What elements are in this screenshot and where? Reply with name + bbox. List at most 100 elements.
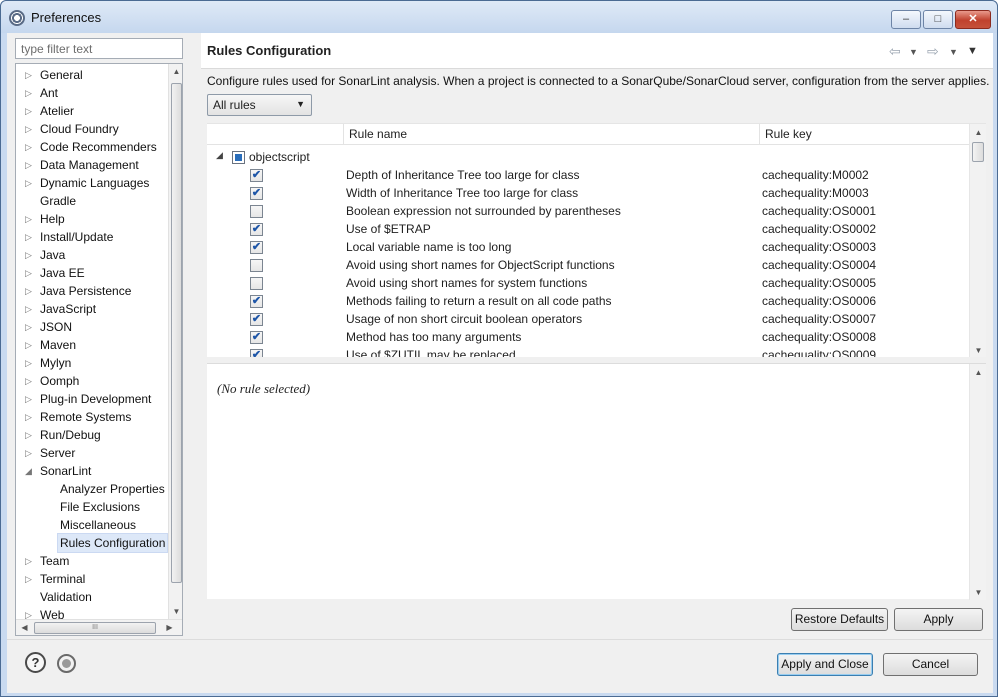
table-row[interactable]: ✔ Width of Inheritance Tree too large for…: [207, 184, 969, 202]
back-menu-icon[interactable]: ▼: [909, 47, 918, 57]
apply-and-close-button[interactable]: Apply and Close: [777, 653, 873, 676]
forward-arrow-icon[interactable]: ⇨: [927, 43, 939, 60]
collapsed-arrow-icon[interactable]: ▷: [25, 210, 35, 228]
sidebar-item[interactable]: ▷ Server: [16, 444, 176, 462]
sidebar-item[interactable]: ▷ Run/Debug: [16, 426, 176, 444]
collapsed-arrow-icon[interactable]: ▷: [25, 570, 35, 588]
sidebar-item[interactable]: ▷ Oomph: [16, 372, 176, 390]
collapsed-arrow-icon[interactable]: ▷: [25, 552, 35, 570]
table-row[interactable]: Avoid using short names for system funct…: [207, 274, 969, 292]
tree-vertical-scrollbar[interactable]: ▲ ▼: [168, 64, 182, 619]
scroll-down-arrow-icon[interactable]: ▼: [169, 607, 182, 616]
sidebar-item[interactable]: ▷ Java: [16, 246, 176, 264]
tree-hscroll-thumb[interactable]: III: [34, 622, 156, 634]
collapsed-arrow-icon[interactable]: ▷: [25, 138, 35, 156]
collapsed-arrow-icon[interactable]: ▷: [25, 264, 35, 282]
scroll-down-arrow-icon[interactable]: ▼: [971, 588, 986, 597]
rule-checkbox[interactable]: ✔: [250, 187, 263, 200]
collapsed-arrow-icon[interactable]: ▷: [25, 408, 35, 426]
table-row[interactable]: ✔ Method has too many arguments cachequali…: [207, 328, 969, 346]
rule-checkbox[interactable]: ✔: [250, 349, 263, 357]
sidebar-item[interactable]: ▷ Data Management: [16, 156, 176, 174]
scroll-up-arrow-icon[interactable]: ▲: [971, 128, 986, 137]
scroll-up-arrow-icon[interactable]: ▲: [169, 67, 182, 76]
rule-checkbox[interactable]: ✔: [250, 331, 263, 344]
sidebar-item[interactable]: ▷ Install/Update: [16, 228, 176, 246]
help-icon[interactable]: ?: [25, 652, 46, 673]
sidebar-item[interactable]: ▷ Maven: [16, 336, 176, 354]
collapsed-arrow-icon[interactable]: ▷: [25, 336, 35, 354]
sidebar-item[interactable]: File Exclusions: [16, 498, 176, 516]
collapsed-arrow-icon[interactable]: ▷: [25, 120, 35, 138]
sidebar-item[interactable]: ▷ Java EE: [16, 264, 176, 282]
scroll-up-arrow-icon[interactable]: ▲: [971, 368, 986, 377]
sidebar-item[interactable]: ▷ Dynamic Languages: [16, 174, 176, 192]
view-menu-icon[interactable]: ▼: [967, 45, 978, 57]
table-row[interactable]: ✔ Depth of Inheritance Tree too large for…: [207, 166, 969, 184]
sidebar-item[interactable]: ▷ Terminal: [16, 570, 176, 588]
column-header-rule-key[interactable]: Rule key: [765, 127, 812, 141]
table-row[interactable]: ✔ Use of $ETRAP cachequality:OS0002: [207, 220, 969, 238]
sidebar-item[interactable]: Analyzer Properties: [16, 480, 176, 498]
sidebar-item[interactable]: ▷ JSON: [16, 318, 176, 336]
rule-checkbox[interactable]: [250, 205, 263, 218]
forward-menu-icon[interactable]: ▼: [949, 47, 958, 57]
sidebar-item[interactable]: ◢ SonarLint: [16, 462, 176, 480]
back-arrow-icon[interactable]: ⇦: [889, 43, 901, 60]
apply-button[interactable]: Apply: [894, 608, 983, 631]
tree-scroll-thumb[interactable]: [171, 83, 182, 583]
sidebar-item[interactable]: ▷ Plug-in Development: [16, 390, 176, 408]
sidebar-item[interactable]: ▷ Mylyn: [16, 354, 176, 372]
collapsed-arrow-icon[interactable]: ▷: [25, 84, 35, 102]
collapsed-arrow-icon[interactable]: ▷: [25, 444, 35, 462]
collapsed-arrow-icon[interactable]: ▷: [25, 390, 35, 408]
sidebar-item[interactable]: ▷ Java Persistence: [16, 282, 176, 300]
rule-checkbox[interactable]: ✔: [250, 313, 263, 326]
tree-horizontal-scrollbar[interactable]: ◀ III ▶: [16, 619, 182, 635]
sidebar-item[interactable]: Gradle: [16, 192, 176, 210]
sidebar-item[interactable]: ▷ Code Recommenders: [16, 138, 176, 156]
collapsed-arrow-icon[interactable]: ▷: [25, 174, 35, 192]
table-row[interactable]: ✔ Use of $ZUTIL may be replaced cachequali…: [207, 346, 969, 357]
scroll-left-arrow-icon[interactable]: ◀: [17, 623, 32, 632]
collapsed-arrow-icon[interactable]: ▷: [25, 66, 35, 84]
collapsed-arrow-icon[interactable]: ▷: [25, 228, 35, 246]
collapsed-arrow-icon[interactable]: ▷: [25, 318, 35, 336]
sidebar-item[interactable]: ▷ Team: [16, 552, 176, 570]
cancel-button[interactable]: Cancel: [883, 653, 978, 676]
restore-defaults-button[interactable]: Restore Defaults: [791, 608, 888, 631]
collapsed-arrow-icon[interactable]: ▷: [25, 102, 35, 120]
expanded-arrow-icon[interactable]: ◢: [25, 462, 35, 480]
details-vertical-scrollbar[interactable]: ▲ ▼: [969, 364, 986, 600]
collapsed-arrow-icon[interactable]: ▷: [25, 300, 35, 318]
scroll-right-arrow-icon[interactable]: ▶: [162, 623, 177, 632]
table-row[interactable]: ✔ Local variable name is too long cachequa…: [207, 238, 969, 256]
table-scroll-thumb[interactable]: [972, 142, 984, 162]
collapsed-arrow-icon[interactable]: ▷: [25, 156, 35, 174]
table-row[interactable]: ✔ Methods failing to return a result on a…: [207, 292, 969, 310]
collapsed-arrow-icon[interactable]: ▷: [25, 246, 35, 264]
rule-checkbox[interactable]: ✔: [250, 169, 263, 182]
sidebar-item[interactable]: Validation: [16, 588, 176, 606]
scroll-down-arrow-icon[interactable]: ▼: [971, 346, 986, 355]
filter-input[interactable]: [15, 38, 183, 59]
column-header-rule-name[interactable]: Rule name: [349, 127, 407, 141]
expanded-arrow-icon[interactable]: ◢: [216, 150, 223, 161]
collapsed-arrow-icon[interactable]: ▷: [25, 282, 35, 300]
sidebar-item[interactable]: Rules Configuration: [16, 533, 176, 553]
sidebar-item[interactable]: ▷ Atelier: [16, 102, 176, 120]
title-bar[interactable]: Preferences ‒ □ ✕: [1, 1, 997, 33]
sidebar-item[interactable]: Miscellaneous: [16, 516, 176, 534]
sidebar-item[interactable]: ▷ JavaScript: [16, 300, 176, 318]
rule-checkbox[interactable]: ✔: [250, 241, 263, 254]
sidebar-item[interactable]: ▷ General: [16, 66, 176, 84]
sidebar-item[interactable]: ▷ Ant: [16, 84, 176, 102]
rule-filter-combo[interactable]: All rules ▼: [207, 94, 312, 116]
rule-group-row[interactable]: ◢ objectscript: [207, 148, 969, 166]
table-vertical-scrollbar[interactable]: ▲ ▼: [969, 124, 986, 357]
sidebar-item[interactable]: ▷ Help: [16, 210, 176, 228]
rule-checkbox[interactable]: [250, 277, 263, 290]
group-checkbox[interactable]: [232, 151, 245, 164]
table-row[interactable]: ✔ Usage of non short circuit boolean oper…: [207, 310, 969, 328]
rule-checkbox[interactable]: [250, 259, 263, 272]
